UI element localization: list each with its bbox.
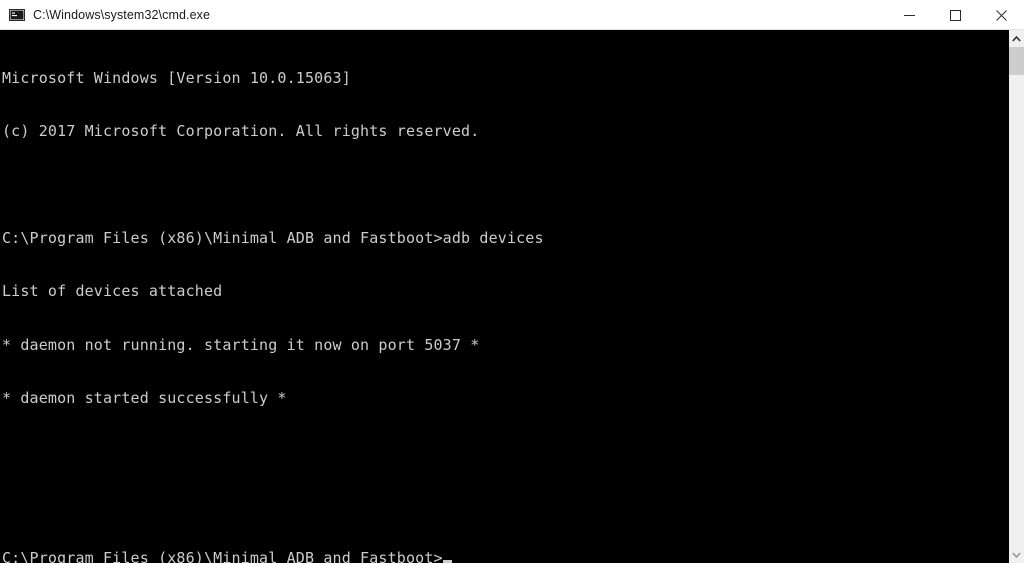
cmd-window: C:\Windows\system32\cmd.exe Microsoft Wi… bbox=[0, 0, 1024, 563]
console-line: (c) 2017 Microsoft Corporation. All righ… bbox=[2, 121, 480, 140]
scroll-down-button[interactable] bbox=[1009, 546, 1024, 563]
title-bar[interactable]: C:\Windows\system32\cmd.exe bbox=[0, 0, 1024, 30]
scroll-up-button[interactable] bbox=[1009, 30, 1024, 47]
console-line: List of devices attached bbox=[2, 282, 223, 301]
console-prompt-line: C:\Program Files (x86)\Minimal ADB and F… bbox=[2, 549, 1008, 563]
console-prompt: C:\Program Files (x86)\Minimal ADB and F… bbox=[2, 549, 443, 563]
maximize-button[interactable] bbox=[932, 0, 978, 30]
scroll-down-arrow-icon bbox=[1012, 551, 1021, 558]
close-button[interactable] bbox=[978, 0, 1024, 30]
close-icon bbox=[995, 9, 1007, 21]
window-title: C:\Windows\system32\cmd.exe bbox=[33, 7, 211, 22]
console-line: * daemon started successfully * bbox=[2, 388, 287, 407]
scroll-up-arrow-icon bbox=[1012, 35, 1021, 42]
minimize-icon bbox=[903, 14, 915, 16]
vertical-scrollbar[interactable] bbox=[1008, 30, 1024, 563]
console-line: Microsoft Windows [Version 10.0.15063] bbox=[2, 68, 351, 87]
console-output-area[interactable]: Microsoft Windows [Version 10.0.15063] (… bbox=[0, 30, 1008, 563]
scrollbar-thumb[interactable] bbox=[1009, 47, 1024, 75]
scrollbar-track[interactable] bbox=[1009, 75, 1024, 546]
minimize-button[interactable] bbox=[886, 0, 932, 30]
window-controls bbox=[886, 0, 1024, 30]
console-line: C:\Program Files (x86)\Minimal ADB and F… bbox=[2, 228, 544, 247]
cmd-console-icon bbox=[9, 8, 25, 21]
maximize-icon bbox=[949, 9, 961, 21]
console-line: * daemon not running. starting it now on… bbox=[2, 335, 480, 354]
console-text: Microsoft Windows [Version 10.0.15063] (… bbox=[0, 30, 1008, 563]
